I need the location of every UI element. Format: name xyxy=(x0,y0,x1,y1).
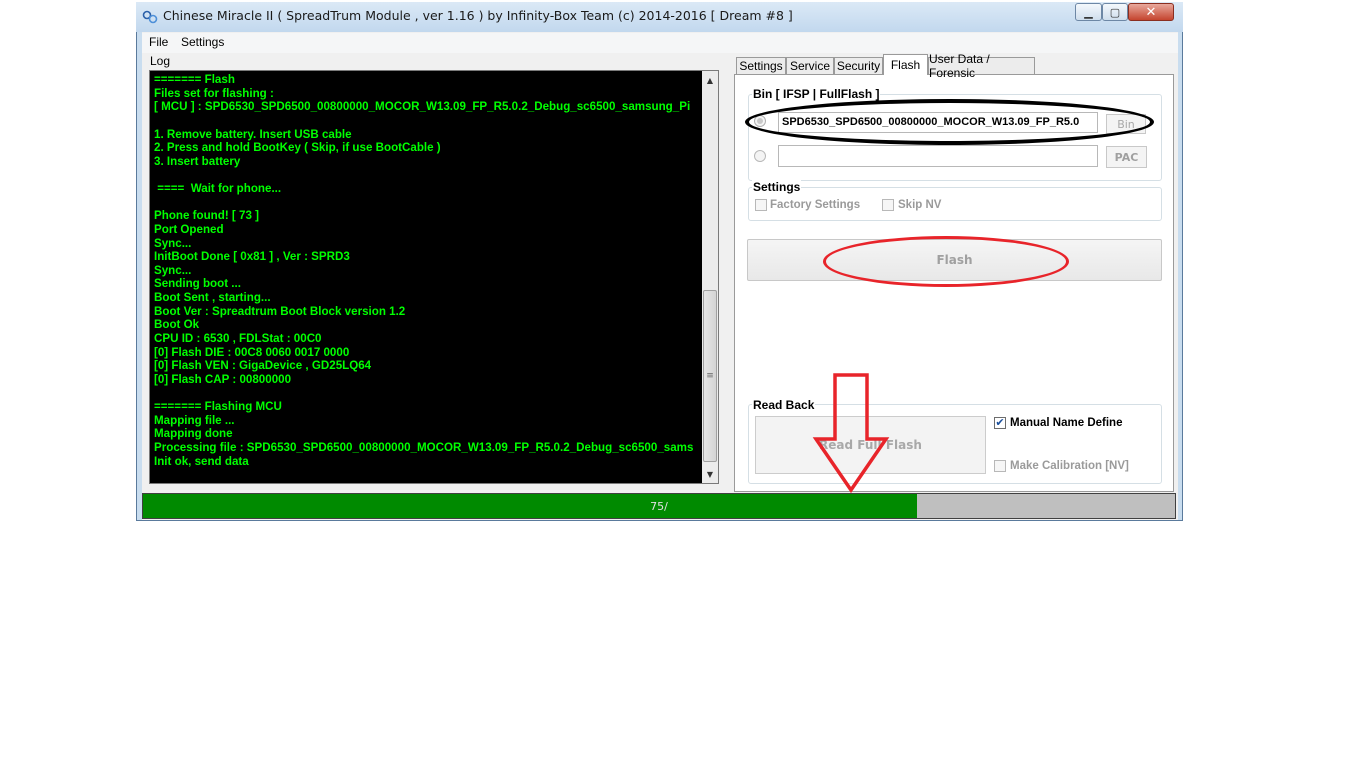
tab-service[interactable]: Service xyxy=(786,57,834,74)
app-icon xyxy=(142,10,158,24)
scroll-up-button[interactable]: ▲ xyxy=(702,72,718,88)
pac-file-field[interactable] xyxy=(778,145,1098,167)
grip-icon: ≡ xyxy=(706,371,714,381)
settings-group-title: Settings xyxy=(752,180,802,194)
menu-file[interactable]: File xyxy=(149,35,168,49)
log-line: Sync... xyxy=(154,236,192,250)
log-line: CPU ID : 6530 , FDLStat : 00C0 xyxy=(154,331,322,345)
minimize-icon: ▁ xyxy=(1084,5,1093,19)
chevron-down-icon: ▼ xyxy=(706,469,714,479)
red-ellipse-annotation xyxy=(823,236,1069,287)
log-line: ==== Wait for phone... xyxy=(154,182,282,195)
check-icon: ✔ xyxy=(995,416,1005,429)
log-line: [ MCU ] : SPD6530_SPD6500_00800000_MOCOR… xyxy=(154,100,691,114)
log-line: 2. Press and hold BootKey ( Skip, if use… xyxy=(154,141,441,155)
black-ellipse-annotation xyxy=(745,99,1154,145)
log-line: Boot Ver : Spreadtrum Boot Block version… xyxy=(154,304,406,318)
log-line: Mapping done xyxy=(154,427,233,441)
log-line: Port Opened xyxy=(154,222,224,236)
skip-nv-checkbox[interactable] xyxy=(882,199,894,211)
window-title: Chinese Miracle II ( SpreadTrum Module ,… xyxy=(163,8,793,23)
tab-flash[interactable]: Flash xyxy=(883,54,928,75)
log-line: Init ok, send data xyxy=(154,454,249,468)
log-line: InitBoot Done [ 0x81 ] , Ver : SPRD3 xyxy=(154,250,350,264)
log-line: [0] Flash DIE : 00C8 0060 0017 0000 xyxy=(154,345,350,359)
factory-settings-checkbox[interactable] xyxy=(755,199,767,211)
log-line: Sync... xyxy=(154,263,192,277)
log-line: Processing file : SPD6530_SPD6500_008000… xyxy=(154,440,694,454)
close-icon: ✕ xyxy=(1145,4,1157,20)
pac-radio[interactable] xyxy=(754,150,766,162)
manual-name-define-checkbox[interactable]: ✔ xyxy=(994,417,1006,429)
log-line: 1. Remove battery. Insert USB cable xyxy=(154,127,352,141)
tab-security[interactable]: Security xyxy=(834,57,883,74)
factory-settings-label: Factory Settings xyxy=(770,199,861,211)
menu-settings[interactable]: Settings xyxy=(181,35,224,49)
log-line: Boot Sent , starting... xyxy=(154,291,271,304)
log-line: ======= Flashing MCU xyxy=(154,400,282,413)
read-back-group-title: Read Back xyxy=(752,398,816,412)
log-line: 3. Insert battery xyxy=(154,154,241,168)
tab-user-data-forensic[interactable]: User Data / Forensic xyxy=(928,52,1035,80)
log-output[interactable]: ======= Flash Files set for flashing :[ M… xyxy=(154,73,702,477)
maximize-icon: ▢ xyxy=(1109,5,1121,19)
make-calibration-checkbox[interactable] xyxy=(994,460,1006,472)
log-line: Boot Ok xyxy=(154,318,200,332)
make-calibration-label: Make Calibration [NV] xyxy=(1010,460,1129,472)
scroll-thumb[interactable]: ≡ xyxy=(703,290,717,462)
arrow-down-icon xyxy=(812,373,890,494)
bin-group-title: Bin [ IFSP | FullFlash ] xyxy=(752,87,881,101)
progress-label: 75/ xyxy=(650,499,668,513)
log-line: Sending boot ... xyxy=(154,277,241,291)
log-line: Mapping file ... xyxy=(154,413,235,427)
menu-bar xyxy=(142,33,1178,53)
log-line: [0] Flash CAP : 00800000 xyxy=(154,372,292,386)
skip-nv-label: Skip NV xyxy=(898,199,942,211)
pac-button[interactable]: PAC xyxy=(1106,146,1147,168)
red-arrow-annotation xyxy=(812,373,890,494)
log-line: [0] Flash VEN : GigaDevice , GD25LQ64 xyxy=(154,359,372,373)
chevron-up-icon: ▲ xyxy=(706,75,714,85)
log-line: ======= Flash xyxy=(154,73,235,86)
maximize-button[interactable]: ▢ xyxy=(1102,3,1128,21)
scroll-down-button[interactable]: ▼ xyxy=(702,466,718,482)
log-line: Phone found! [ 73 ] xyxy=(154,209,259,223)
manual-name-define-label: Manual Name Define xyxy=(1010,417,1123,429)
close-button[interactable]: ✕ xyxy=(1128,3,1174,21)
tab-settings[interactable]: Settings xyxy=(736,57,786,74)
log-label: Log xyxy=(150,54,171,68)
log-line: Files set for flashing : xyxy=(154,86,274,100)
minimize-button[interactable]: ▁ xyxy=(1075,3,1102,21)
